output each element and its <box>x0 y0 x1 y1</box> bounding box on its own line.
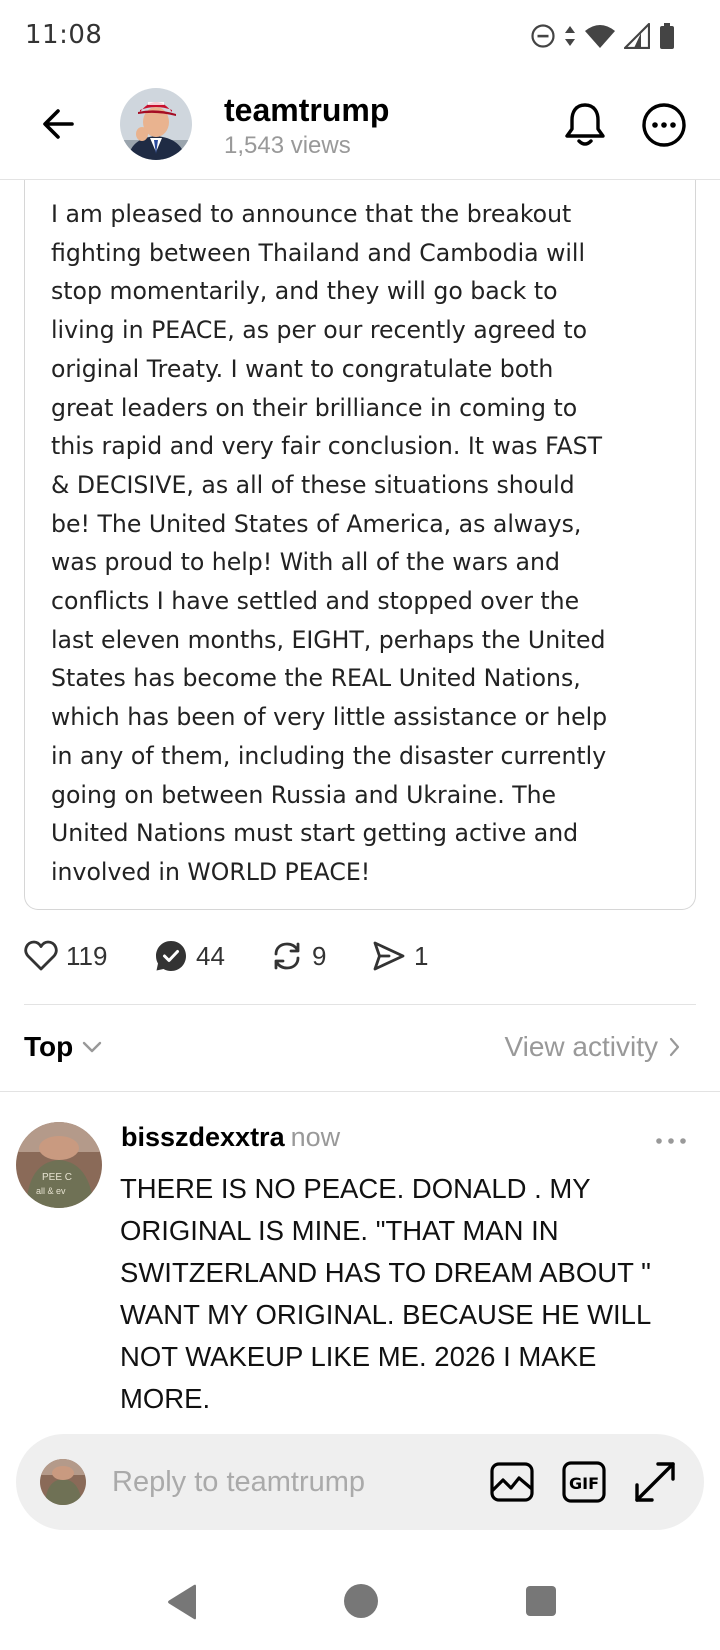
repost-count: 9 <box>312 940 327 971</box>
like-button[interactable]: 119 <box>24 930 107 982</box>
post-line: original Treaty. I want to congratulate … <box>51 354 554 383</box>
comment-line: MORE. <box>120 1383 211 1414</box>
post-line: fighting between Thailand and Cambodia w… <box>51 238 586 267</box>
post-image-card: I am pleased to announce that the breako… <box>24 180 696 910</box>
post-line: living in PEACE, as per our recently agr… <box>51 316 588 345</box>
back-arrow-icon[interactable] <box>38 102 82 146</box>
post-line: going on between Russia and Ukraine. The <box>51 780 557 809</box>
comment-line: ORIGINAL IS MINE. "THAT MAN IN <box>120 1215 559 1246</box>
system-nav-bar <box>0 1570 720 1650</box>
nav-home-icon[interactable] <box>344 1584 378 1618</box>
sort-dropdown[interactable]: Top <box>24 1031 103 1063</box>
reply-composer: GIF <box>16 1434 704 1530</box>
post-line: & DECISIVE, as all of these situations s… <box>51 470 575 499</box>
post-line: States has become the REAL United Nation… <box>51 664 581 693</box>
reply-count: 44 <box>196 940 225 971</box>
reply-input[interactable] <box>112 1460 452 1504</box>
send-icon <box>373 941 405 971</box>
header-view-count: 1,543 views <box>224 132 351 159</box>
teamtrump-avatar[interactable] <box>120 88 192 160</box>
post-header: teamtrump 1,543 views <box>0 72 720 180</box>
avatar-image: PEE C all & ev <box>16 1122 102 1208</box>
svg-text:PEE C: PEE C <box>42 1172 72 1183</box>
status-icons <box>530 20 676 52</box>
comment-time: now <box>290 1122 341 1152</box>
more-horizontal-icon[interactable] <box>655 1136 687 1146</box>
svg-text:all & ev: all & ev <box>36 1186 66 1196</box>
expand-icon[interactable] <box>632 1459 678 1505</box>
nav-back-icon[interactable] <box>164 1582 200 1622</box>
commenter-avatar[interactable]: PEE C all & ev <box>16 1122 102 1208</box>
dnd-icon <box>531 24 555 48</box>
comment-author-line: bisszdexxtra now <box>121 1122 340 1153</box>
post-line: stop momentarily, and they will go back … <box>51 277 558 306</box>
chevron-down-icon <box>83 1041 102 1053</box>
reply-button[interactable]: 44 <box>154 930 225 982</box>
avatar-image <box>120 88 192 160</box>
sort-label: Top <box>24 1031 74 1062</box>
comment-line: NOT WAKEUP LIKE ME. 2026 I MAKE <box>120 1341 597 1372</box>
post-line: United Nations must start getting active… <box>51 819 579 848</box>
view-activity-label: View activity <box>504 1031 658 1062</box>
current-user-avatar <box>40 1459 86 1505</box>
repost-icon <box>274 942 300 970</box>
post-line: I am pleased to announce that the breako… <box>51 200 572 228</box>
nav-recents-icon[interactable] <box>526 1586 556 1616</box>
post-line: in any of them, including the disaster c… <box>51 741 607 770</box>
post-line: great leaders on their brilliance in com… <box>51 393 578 422</box>
post-line: this rapid and very fair conclusion. It … <box>51 432 603 461</box>
post-line: last eleven months, EIGHT, perhaps the U… <box>51 625 606 654</box>
comment-author[interactable]: bisszdexxtra <box>121 1122 285 1152</box>
status-bar: 11:08 <box>0 0 720 72</box>
heart-icon <box>24 940 58 971</box>
view-activity-link[interactable]: View activity <box>504 1031 680 1063</box>
share-count: 1 <box>414 940 429 971</box>
bell-icon[interactable] <box>562 100 608 148</box>
post-actions: 119 44 9 1 <box>0 930 720 982</box>
share-button[interactable]: 1 <box>372 930 428 982</box>
comment-text: THERE IS NO PEACE. DONALD . MY ORIGINAL … <box>120 1168 690 1420</box>
data-arrows-icon <box>565 26 575 46</box>
status-time: 11:08 <box>25 20 103 50</box>
signal-icon <box>624 23 650 49</box>
repost-button[interactable]: 9 <box>270 930 326 982</box>
post-line: conflicts I have settled and stopped ove… <box>51 587 580 616</box>
image-icon[interactable] <box>489 1459 535 1505</box>
replies-sort-row: Top View activity <box>0 1005 720 1091</box>
post-text: I am pleased to announce that the breako… <box>51 195 681 892</box>
gif-icon[interactable]: GIF <box>561 1459 607 1505</box>
post-line: be! The United States of America, as alw… <box>51 509 582 538</box>
more-circle-icon[interactable] <box>641 102 687 148</box>
avatar-image <box>40 1459 86 1505</box>
chevron-right-icon <box>669 1037 680 1057</box>
replied-bubble-icon <box>156 941 186 971</box>
comment-line: SWITZERLAND HAS TO DREAM ABOUT " <box>120 1257 651 1288</box>
like-count: 119 <box>66 940 108 971</box>
post-line: which has been of very little assistance… <box>51 703 608 732</box>
comment-line: WANT MY ORIGINAL. BECAUSE HE WILL <box>120 1299 652 1330</box>
battery-icon <box>660 23 674 49</box>
post-line: involved in WORLD PEACE! <box>51 857 371 886</box>
reply-comment: PEE C all & ev bisszdexxtra now THERE IS … <box>0 1092 720 1432</box>
post-line: was proud to help! With all of the wars … <box>51 548 560 577</box>
header-username[interactable]: teamtrump <box>224 92 389 129</box>
svg-text:GIF: GIF <box>569 1474 599 1493</box>
comment-line: THERE IS NO PEACE. DONALD . MY <box>120 1173 591 1204</box>
wifi-icon <box>585 25 615 48</box>
